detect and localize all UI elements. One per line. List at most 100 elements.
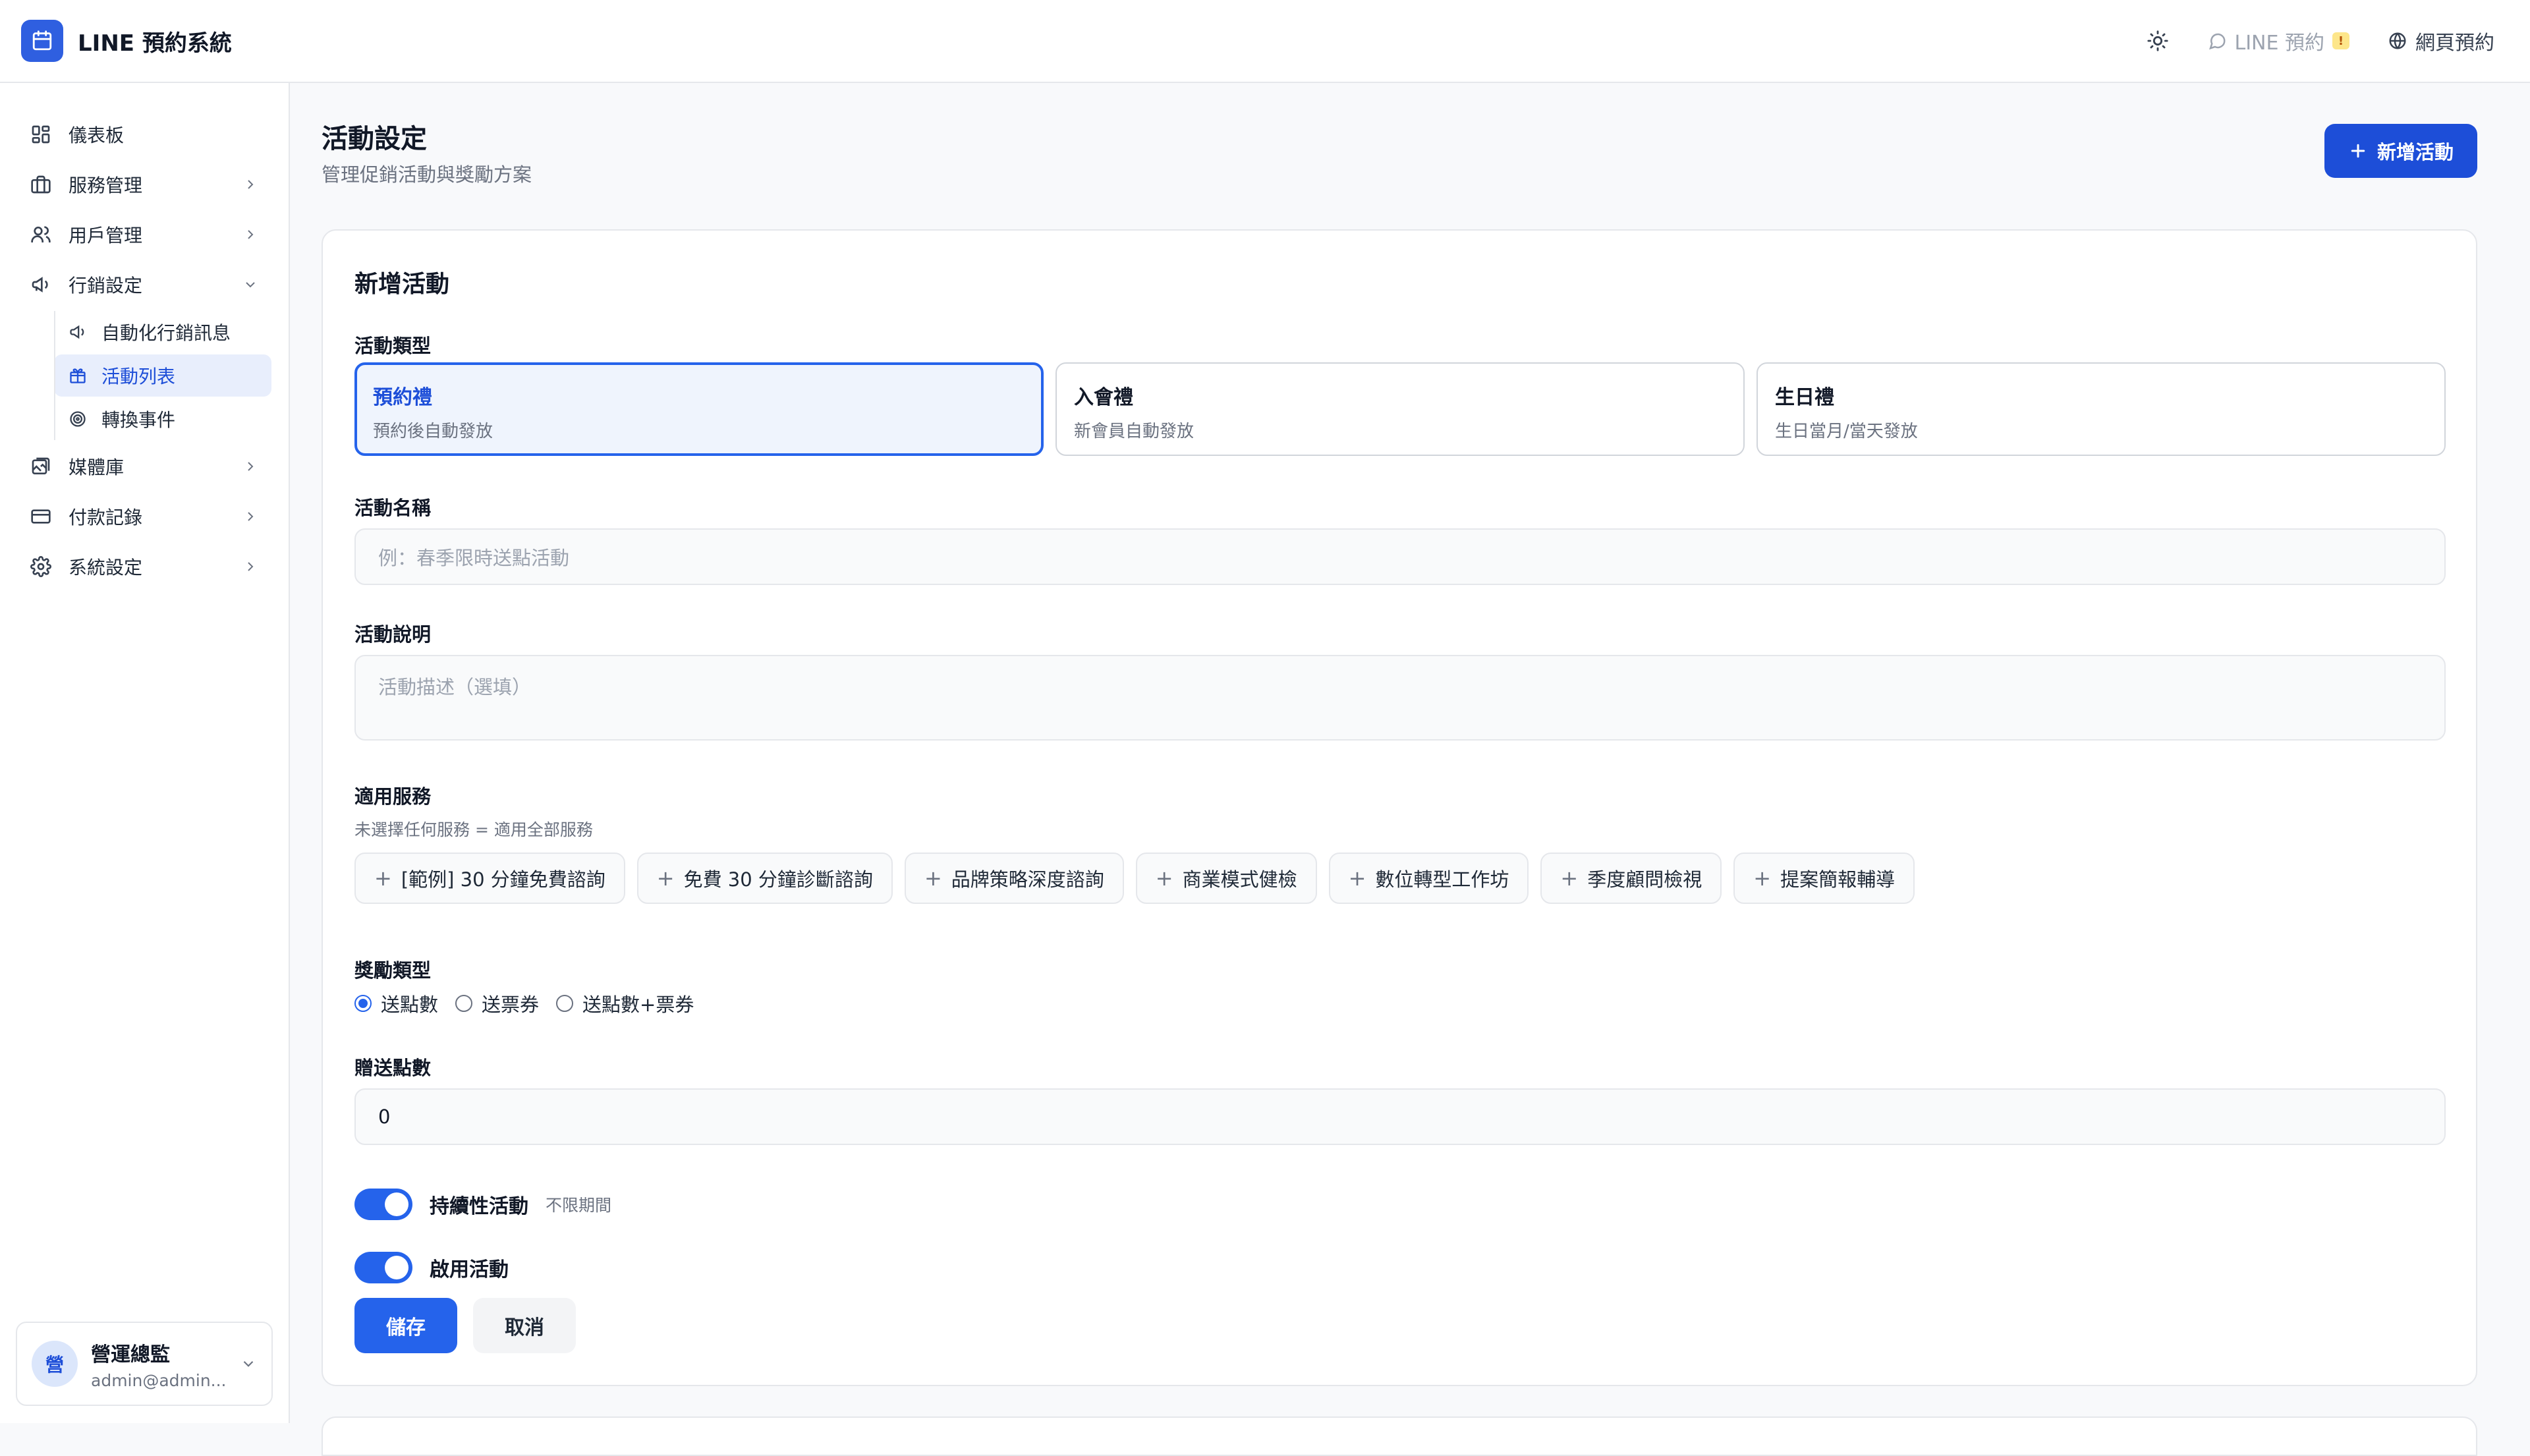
campaign-description-input[interactable]: 活動描述（選填） — [354, 655, 2446, 741]
service-chip-label: 數位轉型工作坊 — [1375, 868, 1509, 891]
sidebar-item-payments[interactable]: 付款記錄 — [17, 491, 271, 542]
sidebar-item-marketing[interactable]: 行銷設定 — [17, 260, 271, 310]
sidebar-item-label: 用戶管理 — [69, 225, 143, 246]
services-label: 適用服務 — [354, 785, 432, 808]
type-option-title: 預約禮 — [373, 386, 432, 409]
app-title: LINE 預約系統 — [78, 30, 232, 57]
service-chip[interactable]: + 商業模式健檢 — [1135, 853, 1317, 904]
chevron-right-icon — [248, 180, 254, 189]
service-chip-label: 免費 30 分鐘診斷諮詢 — [683, 868, 873, 891]
avatar: 營 — [32, 1341, 78, 1387]
radio-unchecked — [556, 995, 574, 1012]
points-input[interactable]: 0 — [354, 1088, 2446, 1145]
service-chip-label: 品牌策略深度諮詢 — [951, 868, 1104, 891]
radio-label: 送點數 — [381, 994, 439, 1016]
page-title: 活動設定 — [322, 124, 427, 154]
users-icon — [31, 226, 51, 242]
sidebar-item-services[interactable]: 服務管理 — [17, 159, 271, 210]
sidebar-item-label: 付款記錄 — [69, 507, 143, 528]
reward-radio-points[interactable]: 送點數 — [354, 990, 438, 1017]
gear-icon — [30, 556, 51, 577]
type-option-join-gift[interactable]: 入會禮 新會員自動發放 — [1055, 362, 1745, 456]
service-chip-label: 提案簡報輔導 — [1780, 868, 1896, 891]
continuous-toggle[interactable] — [354, 1189, 412, 1220]
sidebar: 儀表板 服務管理 用戶管理 行銷設定 自動化行銷訊息 活動列表 轉換事件 媒體庫 — [0, 83, 290, 1423]
sidebar-item-settings[interactable]: 系統設定 — [17, 542, 271, 592]
chevron-right-icon — [248, 462, 254, 471]
enabled-toggle-row: 啟用活動 — [354, 1252, 509, 1283]
gift-icon — [70, 368, 86, 383]
web-booking-link[interactable]: 網頁預約 — [2388, 26, 2494, 55]
service-chip[interactable]: + 季度顧問檢視 — [1540, 853, 1722, 904]
description-label: 活動說明 — [354, 623, 432, 646]
save-button[interactable]: 儲存 — [354, 1298, 457, 1353]
web-booking-label: 網頁預約 — [2415, 32, 2494, 55]
cancel-button[interactable]: 取消 — [473, 1298, 576, 1353]
service-chip[interactable]: + 免費 30 分鐘診斷諮詢 — [636, 853, 893, 904]
main-content: 活動設定 管理促銷活動與獎勵方案 新增活動 新增活動 活動類型 預約禮 預約後自… — [290, 83, 2530, 1456]
plus-icon: + — [1753, 866, 1772, 891]
calendar-icon — [21, 20, 63, 62]
image-icon — [32, 457, 50, 474]
type-option-desc: 新會員自動發放 — [1074, 422, 1195, 441]
marketing-submenu: 自動化行銷訊息 活動列表 轉換事件 — [54, 311, 271, 440]
points-label: 贈送點數 — [354, 1057, 432, 1079]
type-option-booking-gift[interactable]: 預約禮 預約後自動發放 — [354, 362, 1044, 456]
sidebar-item-label: 儀表板 — [69, 125, 125, 146]
target-icon — [70, 411, 86, 427]
continuous-label: 持續性活動 — [430, 1195, 528, 1218]
user-name: 營運總監 — [91, 1343, 170, 1366]
sidebar-item-dashboard[interactable]: 儀表板 — [17, 109, 271, 159]
chevron-right-icon — [248, 512, 254, 521]
service-chip[interactable]: + 品牌策略深度諮詢 — [904, 853, 1124, 904]
chevron-down-icon — [243, 1360, 254, 1367]
sidebar-item-label: 系統設定 — [69, 557, 143, 578]
user-email: admin@admin.... — [91, 1370, 227, 1390]
service-chip-label: 商業模式健檢 — [1182, 868, 1297, 891]
reward-radio-ticket[interactable]: 送票券 — [455, 990, 539, 1017]
reward-radio-points-ticket[interactable]: 送點數+票券 — [556, 990, 694, 1017]
sun-icon — [2147, 30, 2168, 51]
sidebar-item-conversion-events[interactable]: 轉換事件 — [54, 398, 271, 440]
form-title: 新增活動 — [354, 271, 450, 298]
sidebar-item-media[interactable]: 媒體庫 — [17, 441, 271, 491]
continuous-toggle-row: 持續性活動 不限期間 — [354, 1189, 611, 1220]
sidebar-item-auto-marketing[interactable]: 自動化行銷訊息 — [54, 311, 271, 353]
chat-bubble-icon — [2208, 33, 2226, 50]
reward-label: 獎勵類型 — [354, 959, 432, 982]
services-helper: 未選擇任何服務 = 適用全部服務 — [354, 820, 593, 839]
add-campaign-label: 新增活動 — [2376, 141, 2454, 163]
sidebar-item-label: 服務管理 — [69, 175, 143, 196]
sidebar-item-label: 行銷設定 — [69, 275, 143, 296]
line-booking-link[interactable]: LINE 預約 ! — [2207, 26, 2349, 55]
service-chip[interactable]: + 數位轉型工作坊 — [1328, 853, 1529, 904]
campaign-list-card — [322, 1416, 2477, 1456]
user-menu[interactable]: 營 營運總監 admin@admin.... — [16, 1322, 273, 1406]
briefcase-icon — [31, 175, 51, 194]
service-chip[interactable]: + [範例] 30 分鐘免費諮詢 — [354, 853, 625, 904]
name-label: 活動名稱 — [354, 497, 432, 519]
service-chip[interactable]: + 提案簡報輔導 — [1733, 853, 1915, 904]
plus-icon — [2351, 144, 2365, 158]
enabled-toggle[interactable] — [354, 1252, 412, 1283]
chevron-down-icon — [246, 282, 255, 288]
sidebar-item-label: 活動列表 — [101, 366, 176, 387]
megaphone-icon — [32, 277, 48, 293]
theme-toggle-button[interactable] — [2147, 30, 2169, 52]
page-subtitle: 管理促銷活動與獎勵方案 — [322, 163, 532, 186]
sidebar-item-campaign-list[interactable]: 活動列表 — [54, 354, 271, 397]
type-option-birthday-gift[interactable]: 生日禮 生日當月/當天發放 — [1757, 362, 2446, 456]
radio-label: 送點數+票券 — [582, 994, 694, 1016]
add-campaign-button[interactable]: 新增活動 — [2324, 124, 2477, 178]
sidebar-item-label: 轉換事件 — [101, 409, 176, 431]
campaign-name-input[interactable]: 例：春季限時送點活動 — [354, 528, 2446, 585]
service-chip-label: [範例] 30 分鐘免費諮詢 — [401, 868, 605, 891]
continuous-note: 不限期間 — [546, 1196, 612, 1215]
plus-icon: + — [374, 866, 392, 891]
brand[interactable]: LINE 預約系統 — [21, 20, 232, 62]
globe-icon — [2389, 32, 2406, 49]
sidebar-item-users[interactable]: 用戶管理 — [17, 210, 271, 260]
type-option-title: 入會禮 — [1074, 386, 1133, 409]
plus-icon: + — [924, 866, 942, 891]
credit-card-icon — [31, 509, 51, 524]
